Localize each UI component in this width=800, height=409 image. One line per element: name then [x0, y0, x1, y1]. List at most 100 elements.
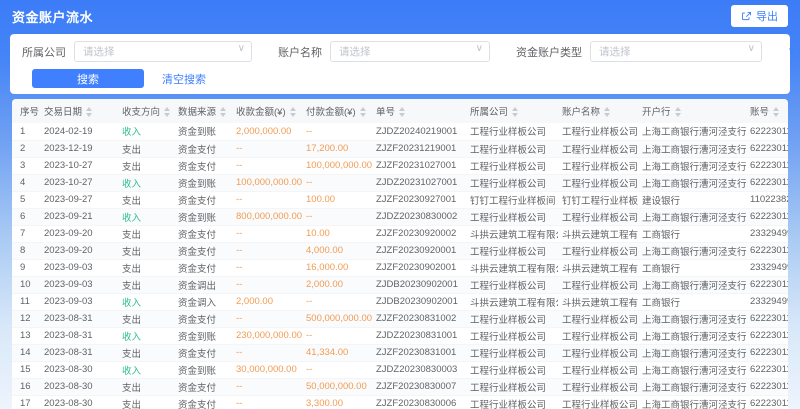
table-row[interactable]: 132023-08-31收入资金到账230,000,000.00--ZJDZ20…: [12, 327, 788, 344]
table-cell: --: [302, 123, 372, 140]
table-cell: 上海工商银行漕河泾支行: [638, 208, 746, 225]
table-cell: 资金支付: [174, 157, 232, 174]
table-row[interactable]: 72023-09-20支出资金支付--10.00ZJZF20230920002斗…: [12, 225, 788, 242]
table-cell: 2023-09-20: [40, 225, 118, 242]
table-row[interactable]: 52023-09-27支出资金支付--100.00ZJZF20230927001…: [12, 191, 788, 208]
page-title: 资金账户流水: [12, 7, 93, 26]
table-row[interactable]: 162023-08-30支出资金支付--50,000,000.00ZJZF202…: [12, 378, 788, 395]
table-cell: --: [302, 208, 372, 225]
filter-buttons-row: 搜索 清空搜索: [22, 69, 778, 88]
table-cell: 工程行业样板公司: [558, 276, 638, 293]
table-cell: --: [232, 225, 302, 242]
table-cell: 工商银行: [638, 259, 746, 276]
table-cell: 工程行业样板公司: [466, 310, 558, 327]
table-row[interactable]: 92023-09-03支出资金支付--16,000.00ZJZF20230902…: [12, 259, 788, 276]
table-cell: 工程行业样板公司: [466, 361, 558, 378]
sort-icon[interactable]: [399, 107, 405, 117]
clear-search-button[interactable]: 清空搜索: [162, 71, 206, 87]
column-header[interactable]: 收支方向: [118, 99, 174, 123]
table-row[interactable]: 112023-09-03收入资金调入2,000.00--ZJDB20230902…: [12, 293, 788, 310]
column-header[interactable]: 数据来源: [174, 99, 232, 123]
table-cell: 2023-09-20: [40, 242, 118, 259]
table-cell: 2023-09-21: [40, 208, 118, 225]
table-cell: 资金支付: [174, 259, 232, 276]
filter-select[interactable]: 请选择 ∨: [74, 41, 252, 62]
export-button[interactable]: 导出: [731, 5, 788, 27]
search-button[interactable]: 搜索: [32, 69, 144, 88]
column-header[interactable]: 账户名称: [558, 99, 638, 123]
filter-row: 所属公司 请选择 ∨ 账户名称 请选择 ∨ 资金账户类型 请选择 ∨ ∨ 展开筛…: [22, 41, 778, 62]
sort-icon[interactable]: [220, 107, 226, 117]
sort-icon[interactable]: [290, 107, 296, 117]
table-header-row: 序号交易日期收支方向数据来源收款金额(¥)付款金额(¥) 单号 所属公司账户名称开户…: [12, 99, 788, 123]
table-cell: 资金支付: [174, 191, 232, 208]
table-row[interactable]: 122023-08-31支出资金支付--500,000,000.00ZJZF20…: [12, 310, 788, 327]
table-cell: 收入: [118, 361, 174, 378]
filter-select[interactable]: 请选择 ∨: [590, 41, 762, 62]
table-row[interactable]: 152023-08-30收入资金到账30,000,000.00--ZJDZ202…: [12, 361, 788, 378]
column-header[interactable]: 交易日期: [40, 99, 118, 123]
table-row[interactable]: 62023-09-21收入资金到账800,000,000.00--ZJDZ202…: [12, 208, 788, 225]
sort-icon[interactable]: [604, 107, 610, 117]
table-row[interactable]: 42023-10-27收入资金到账100,000,000.00--ZJDZ202…: [12, 174, 788, 191]
column-header-label: 单号: [376, 107, 395, 118]
filter-select[interactable]: 请选择 ∨: [330, 41, 490, 62]
table-cell: 支出: [118, 140, 174, 157]
column-header[interactable]: 开户行: [638, 99, 746, 123]
column-header[interactable]: 账号: [746, 99, 788, 123]
table-cell: 支出: [118, 344, 174, 361]
table-row[interactable]: 82023-09-20支出资金支付--4,000.00ZJZF202309200…: [12, 242, 788, 259]
table-cell: 工程行业样板公司: [466, 327, 558, 344]
column-header[interactable]: 付款金额(¥): [302, 99, 372, 123]
table-cell: 9: [12, 259, 40, 276]
column-header: 序号: [12, 99, 40, 123]
table-cell: 23329499: [746, 259, 788, 276]
expand-filters-link[interactable]: ∨ 展开筛选: [788, 44, 800, 60]
table-cell: 11: [12, 293, 40, 310]
top-bar: 资金账户流水 导出: [0, 0, 800, 32]
sort-icon[interactable]: [86, 107, 92, 117]
table-cell: --: [232, 242, 302, 259]
table-cell: 钉钉工程行业样板间: [558, 191, 638, 208]
table-cell: 4: [12, 174, 40, 191]
filter-select-placeholder: 请选择: [599, 44, 631, 59]
column-header[interactable]: 所属公司: [466, 99, 558, 123]
table-cell: 工程行业样板公司: [558, 157, 638, 174]
table-cell: ZJZF20230920002: [372, 225, 466, 242]
table-cell: ZJDZ20231027001: [372, 174, 466, 191]
table-cell: 13: [12, 327, 40, 344]
table-cell: 工程行业样板公司: [466, 208, 558, 225]
table-cell: ZJZF20230831001: [372, 344, 466, 361]
table-row[interactable]: 172023-08-30支出资金支付--3,300.00ZJZF20230830…: [12, 395, 788, 409]
sort-icon[interactable]: [675, 107, 681, 117]
table-cell: 资金到账: [174, 174, 232, 191]
column-header[interactable]: 单号: [372, 99, 466, 123]
table-cell: 资金支付: [174, 378, 232, 395]
table-cell: 资金支付: [174, 344, 232, 361]
sort-icon[interactable]: [512, 107, 518, 117]
column-header-label: 序号: [20, 107, 39, 118]
table-cell: 10.00: [302, 225, 372, 242]
table-cell: 工程行业样板公司: [466, 395, 558, 409]
table-row[interactable]: 102023-09-03支出资金调出--2,000.00ZJDB20230902…: [12, 276, 788, 293]
table-row[interactable]: 142023-08-31支出资金支付--41,334.00ZJZF2023083…: [12, 344, 788, 361]
sort-icon[interactable]: [360, 107, 366, 117]
table-row[interactable]: 32023-10-27支出资金支付--100,000,000.00ZJZF202…: [12, 157, 788, 174]
table-row[interactable]: 22023-12-19支出资金支付--17,200.00ZJZF20231219…: [12, 140, 788, 157]
table-cell: 斗拱云建筑工程有限公司: [466, 259, 558, 276]
filter-field: 账户名称 请选择 ∨: [278, 41, 490, 62]
table-cell: 622230111: [746, 242, 788, 259]
table-cell: --: [232, 157, 302, 174]
table-cell: 工程行业样板公司: [466, 157, 558, 174]
table-cell: ZJDB20230902001: [372, 293, 466, 310]
sort-icon[interactable]: [164, 107, 170, 117]
table-row[interactable]: 12024-02-19收入资金到账2,000,000.00--ZJDZ20240…: [12, 123, 788, 140]
column-header[interactable]: 收款金额(¥): [232, 99, 302, 123]
table-cell: 资金调出: [174, 276, 232, 293]
table-cell: 工程行业样板公司: [558, 378, 638, 395]
filter-field-label: 所属公司: [22, 44, 66, 60]
table-cell: 斗拱云建筑工程有限公司: [558, 225, 638, 242]
table-cell: ZJZF20231027001: [372, 157, 466, 174]
sort-icon[interactable]: [773, 107, 779, 117]
table-cell: 收入: [118, 293, 174, 310]
